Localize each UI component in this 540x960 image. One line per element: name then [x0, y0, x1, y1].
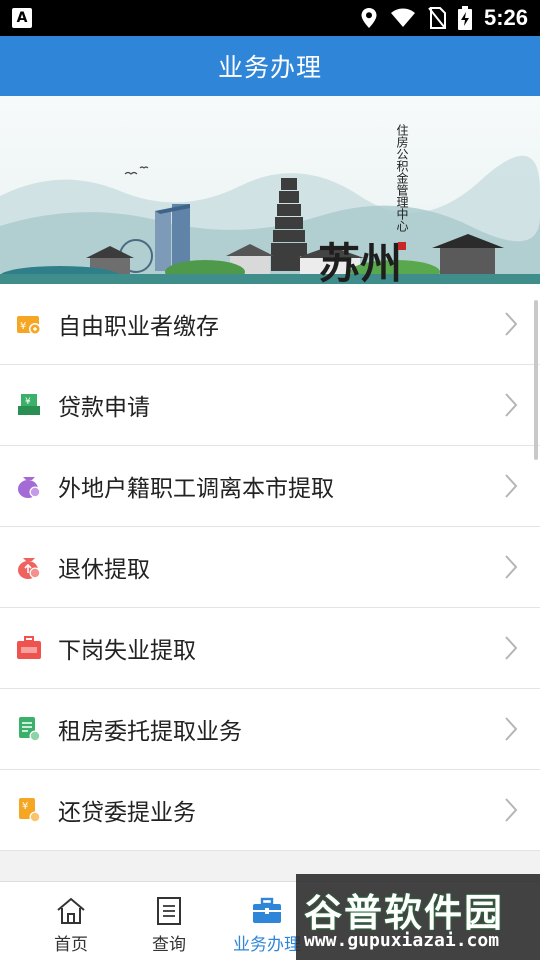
nav-label: 首页 — [54, 935, 88, 955]
banner-image: 苏州 住房公积金管理中心 — [0, 96, 540, 284]
menu-item-label: 租房委托提取业务 — [58, 719, 242, 745]
menu-item-freelancer-deposit[interactable]: ¥ 自由职业者缴存 — [0, 284, 540, 365]
menu-item-label: 退休提取 — [58, 557, 150, 583]
banner-vertical-text: 住房公积金管理中心 — [395, 124, 409, 232]
home-icon — [57, 897, 85, 924]
menu-item-relocation-withdrawal[interactable]: 外地户籍职工调离本市提取 — [0, 446, 540, 527]
service-list: ¥ 自由职业者缴存 ¥ 贷款申请 外地户籍职工调离本市提取 退休提取 下岗失业提… — [0, 284, 540, 851]
chevron-right-icon — [505, 717, 518, 741]
menu-item-loan-application[interactable]: ¥ 贷款申请 — [0, 365, 540, 446]
chevron-right-icon — [505, 636, 518, 660]
scrollbar[interactable] — [534, 300, 538, 460]
watermark-title: 谷普软件园 — [304, 891, 505, 935]
status-time: 5:26 — [483, 5, 528, 30]
briefcase-red-icon — [16, 635, 42, 661]
nav-label: 查询 — [152, 935, 186, 955]
chevron-right-icon — [505, 393, 518, 417]
menu-item-label: 贷款申请 — [58, 395, 150, 421]
nav-label: 业务办理 — [233, 935, 301, 955]
battery-charging-icon — [457, 6, 472, 30]
menu-item-label: 下岗失业提取 — [58, 638, 196, 664]
menu-item-retirement-withdrawal[interactable]: 退休提取 — [0, 527, 540, 608]
chevron-right-icon — [505, 798, 518, 822]
menu-item-label: 还贷委提业务 — [58, 800, 196, 826]
nav-home[interactable]: 首页 — [22, 882, 120, 960]
svg-text:¥: ¥ — [20, 321, 26, 332]
banner-calligraphy: 苏州 — [318, 239, 402, 284]
document-icon — [157, 897, 181, 925]
wallet-icon: ¥ — [16, 311, 42, 337]
notification-a-icon: A — [12, 8, 32, 28]
chevron-right-icon — [505, 474, 518, 498]
menu-item-rental-withdrawal[interactable]: 租房委托提取业务 — [0, 689, 540, 770]
svg-text:¥: ¥ — [22, 801, 28, 812]
loan-icon: ¥ — [16, 392, 42, 418]
app-header: 业务办理 — [0, 36, 540, 96]
menu-item-label: 外地户籍职工调离本市提取 — [58, 476, 334, 502]
purple-bag-icon — [16, 473, 42, 499]
no-sim-icon — [428, 7, 446, 29]
watermark-logo: 谷普软件园 www.gupuxiazai.com — [296, 874, 540, 960]
repay-icon: ¥ — [16, 797, 42, 823]
chevron-right-icon — [505, 555, 518, 579]
page-title: 业务办理 — [217, 53, 322, 82]
location-icon — [361, 8, 377, 28]
menu-item-repayment-withdrawal[interactable]: ¥ 还贷委提业务 — [0, 770, 540, 851]
chevron-right-icon — [505, 312, 518, 336]
watermark-url: www.gupuxiazai.com — [304, 930, 500, 951]
document-green-icon — [16, 716, 42, 742]
svg-text:¥: ¥ — [25, 397, 31, 407]
nav-query[interactable]: 查询 — [120, 882, 218, 960]
briefcase-icon — [253, 897, 281, 923]
wifi-icon — [390, 8, 415, 27]
menu-item-unemployment-withdrawal[interactable]: 下岗失业提取 — [0, 608, 540, 689]
red-bag-icon — [16, 554, 42, 580]
menu-item-label: 自由职业者缴存 — [58, 314, 219, 340]
status-bar: A 5:26 — [0, 0, 540, 36]
